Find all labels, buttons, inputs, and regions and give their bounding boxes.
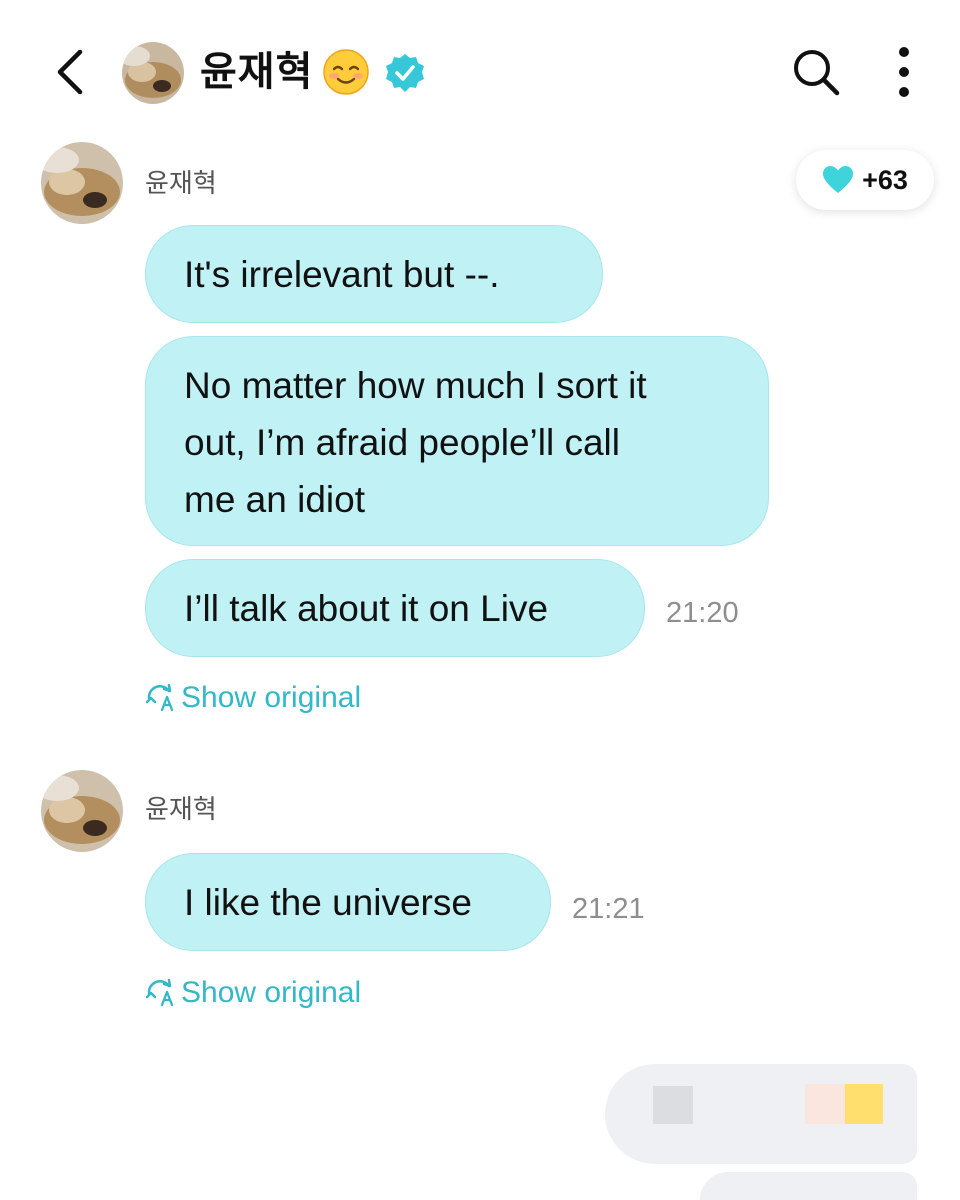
message-text-line: me an idiot [184, 479, 365, 520]
header-avatar[interactable] [122, 42, 184, 104]
message-text: It's irrelevant but --. [184, 254, 500, 295]
search-icon [794, 50, 840, 96]
sender-avatar[interactable] [41, 770, 123, 852]
chevron-left-icon [57, 49, 83, 95]
show-original-link[interactable]: Show original [145, 678, 361, 718]
translate-refresh-icon [145, 684, 174, 712]
smiling-face-icon [322, 48, 370, 96]
show-original-label: Show original [181, 976, 362, 1009]
search-button[interactable] [788, 44, 844, 100]
more-vertical-icon [899, 47, 909, 97]
sender-name: 윤재혁 [145, 794, 217, 824]
sender-avatar[interactable] [41, 142, 123, 224]
translate-refresh-icon [145, 979, 174, 1007]
like-count: +63 [862, 164, 908, 195]
message-timestamp: 21:20 [666, 597, 739, 629]
message-text: I’ll talk about it on Live [184, 588, 549, 629]
heart-icon [823, 166, 854, 193]
show-original-label: Show original [181, 681, 362, 714]
more-options-button[interactable] [884, 44, 924, 100]
like-count-badge[interactable]: +63 [796, 150, 934, 210]
chat-title: 윤재혁 [200, 50, 314, 94]
redacted-block [845, 1084, 883, 1124]
sender-name: 윤재혁 [145, 168, 217, 198]
message-text: I like the universe [184, 882, 472, 923]
back-button[interactable] [48, 44, 98, 100]
message-bubble[interactable]: I like the universe [145, 853, 551, 951]
redacted-block [653, 1086, 693, 1124]
chat-header: 윤재혁 [0, 0, 960, 140]
message-text-line: out, I’m afraid people’ll call [184, 422, 620, 463]
redacted-message-bubble [605, 1064, 917, 1164]
redacted-message-bubble [700, 1172, 917, 1200]
message-bubble[interactable]: It's irrelevant but --. [145, 225, 603, 323]
verified-badge-icon [384, 52, 426, 94]
show-original-link[interactable]: Show original [145, 973, 361, 1013]
message-bubble[interactable]: No matter how much I sort it out, I’m af… [145, 336, 769, 546]
message-timestamp: 21:21 [572, 893, 645, 925]
message-text-line: No matter how much I sort it [184, 365, 647, 406]
message-bubble[interactable]: I’ll talk about it on Live [145, 559, 645, 657]
redacted-block [805, 1084, 845, 1124]
